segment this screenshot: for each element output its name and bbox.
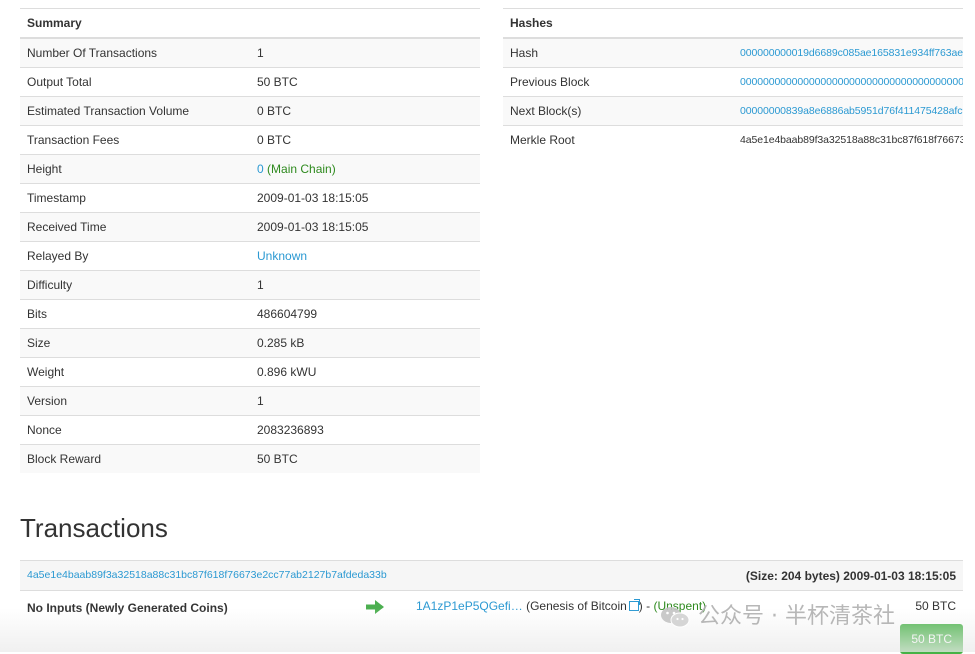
- output-status: (Unspent): [653, 599, 707, 613]
- transaction-item: 4a5e1e4baab89f3a32518a88c31bc87f618f7667…: [20, 560, 963, 654]
- hashes-row-hash: Hash 000000000019d6689c085ae165831e934ff…: [503, 37, 963, 68]
- transaction-total-badge[interactable]: 50 BTC: [900, 624, 963, 654]
- summary-row-timestamp: Timestamp 2009-01-03 18:15:05: [20, 183, 480, 213]
- transaction-body: No Inputs (Newly Generated Coins) 1A1zP1…: [20, 591, 963, 654]
- relayed-by-link[interactable]: Unknown: [257, 249, 307, 263]
- summary-panel: Summary Number Of Transactions 1 Output …: [20, 8, 480, 473]
- row-label: Relayed By: [20, 241, 250, 271]
- hashes-row-next-blocks: Next Block(s) 00000000839a8e6886ab5951d7…: [503, 96, 963, 126]
- output-address-link[interactable]: 1A1zP1eP5QGefi…: [416, 599, 523, 613]
- summary-row-received-time: Received Time 2009-01-03 18:15:05: [20, 212, 480, 242]
- row-value: 1: [250, 386, 480, 416]
- row-value: 4a5e1e4baab89f3a32518a88c31bc87f618f7667…: [733, 125, 963, 154]
- summary-row-transaction-fees: Transaction Fees 0 BTC: [20, 125, 480, 155]
- row-value: 000000000019d6689c085ae165831e934ff763ae…: [733, 37, 963, 68]
- row-label: Hash: [503, 37, 733, 68]
- summary-row-estimated-volume: Estimated Transaction Volume 0 BTC: [20, 96, 480, 126]
- summary-row-height: Height 0 (Main Chain): [20, 154, 480, 184]
- row-value: 1: [250, 270, 480, 300]
- row-label: Version: [20, 386, 250, 416]
- row-label: Difficulty: [20, 270, 250, 300]
- external-link-icon[interactable]: [628, 599, 640, 611]
- row-label: Size: [20, 328, 250, 358]
- row-value: 2009-01-03 18:15:05: [250, 183, 480, 213]
- row-label: Next Block(s): [503, 96, 733, 126]
- summary-row-weight: Weight 0.896 kWU: [20, 357, 480, 387]
- row-value: 50 BTC: [250, 444, 480, 473]
- summary-row-output-total: Output Total 50 BTC: [20, 67, 480, 97]
- hashes-row-merkle-root: Merkle Root 4a5e1e4baab89f3a32518a88c31b…: [503, 125, 963, 154]
- output-note: (Genesis of Bitcoin: [526, 599, 627, 613]
- row-value: 0 BTC: [250, 125, 480, 155]
- summary-table: Summary Number Of Transactions 1 Output …: [20, 8, 480, 473]
- summary-row-bits: Bits 486604799: [20, 299, 480, 329]
- summary-row-relayed-by: Relayed By Unknown: [20, 241, 480, 271]
- row-value: 0000000000000000000000000000000000000000…: [733, 67, 963, 97]
- row-value: 50 BTC: [250, 67, 480, 97]
- summary-row-block-reward: Block Reward 50 BTC: [20, 444, 480, 473]
- row-value: 0.896 kWU: [250, 357, 480, 387]
- height-link[interactable]: 0: [257, 162, 264, 176]
- row-label: Bits: [20, 299, 250, 329]
- row-label: Merkle Root: [503, 125, 733, 154]
- row-value: 0.285 kB: [250, 328, 480, 358]
- row-label: Previous Block: [503, 67, 733, 97]
- transaction-meta: (Size: 204 bytes) 2009-01-03 18:15:05: [745, 569, 956, 583]
- row-label: Received Time: [20, 212, 250, 242]
- summary-row-number-of-transactions: Number Of Transactions 1: [20, 37, 480, 68]
- row-value: 1: [250, 37, 480, 68]
- row-label: Weight: [20, 357, 250, 387]
- output-dash: -: [642, 599, 654, 613]
- row-value: 2009-01-03 18:15:05: [250, 212, 480, 242]
- next-block-link[interactable]: 00000000839a8e6886ab5951d76f411475428afc…: [740, 105, 963, 117]
- row-label: Transaction Fees: [20, 125, 250, 155]
- hashes-row-previous-block: Previous Block 0000000000000000000000000…: [503, 67, 963, 97]
- transaction-id-link[interactable]: 4a5e1e4baab89f3a32518a88c31bc87f618f7667…: [27, 569, 387, 581]
- row-label: Nonce: [20, 415, 250, 445]
- row-label: Timestamp: [20, 183, 250, 213]
- row-label: Height: [20, 154, 250, 184]
- row-label: Number Of Transactions: [20, 37, 250, 68]
- hashes-table: Hashes Hash 000000000019d6689c085ae16583…: [503, 8, 963, 154]
- row-value: 0 BTC: [250, 96, 480, 126]
- row-value: Unknown: [250, 241, 480, 271]
- transaction-header: 4a5e1e4baab89f3a32518a88c31bc87f618f7667…: [20, 560, 963, 591]
- arrow-right-icon: [366, 600, 384, 614]
- previous-block-link[interactable]: 0000000000000000000000000000000000000000…: [740, 76, 963, 88]
- row-label: Output Total: [20, 67, 250, 97]
- summary-heading: Summary: [20, 8, 480, 39]
- summary-row-size: Size 0.285 kB: [20, 328, 480, 358]
- block-hash-link[interactable]: 000000000019d6689c085ae165831e934ff763ae…: [740, 47, 963, 59]
- row-value: 486604799: [250, 299, 480, 329]
- transaction-inputs: No Inputs (Newly Generated Coins): [27, 601, 228, 615]
- row-label: Estimated Transaction Volume: [20, 96, 250, 126]
- transactions-heading: Transactions: [20, 513, 168, 543]
- transaction-outputs: 1A1zP1eP5QGefi… (Genesis of Bitcoin) - (…: [416, 599, 706, 613]
- hashes-heading: Hashes: [503, 8, 963, 39]
- row-value: 0 (Main Chain): [250, 154, 480, 184]
- hashes-panel: Hashes Hash 000000000019d6689c085ae16583…: [503, 8, 963, 154]
- summary-row-difficulty: Difficulty 1: [20, 270, 480, 300]
- summary-row-nonce: Nonce 2083236893: [20, 415, 480, 445]
- row-value: 2083236893: [250, 415, 480, 445]
- row-label: Block Reward: [20, 444, 250, 473]
- output-amount: 50 BTC: [915, 599, 956, 613]
- main-chain-label: (Main Chain): [267, 162, 336, 176]
- summary-row-version: Version 1: [20, 386, 480, 416]
- row-value: 00000000839a8e6886ab5951d76f411475428afc…: [733, 96, 963, 126]
